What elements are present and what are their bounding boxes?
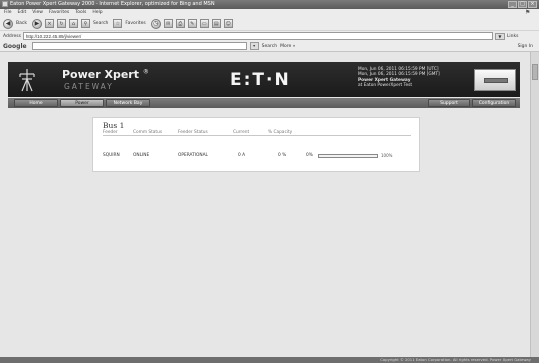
menu-tools[interactable]: Tools	[75, 9, 86, 17]
eaton-logo: E:T·N	[230, 70, 291, 90]
window-controls: _ □ ×	[508, 1, 537, 8]
table-header: Feeder Comm Status Feeder Status Current…	[103, 130, 411, 136]
header-capacity: % Capacity	[268, 130, 293, 135]
print-icon[interactable]: ⎙	[175, 19, 185, 28]
google-search-input[interactable]	[31, 42, 247, 50]
capacity-value: 0 %	[278, 153, 287, 158]
back-label[interactable]: Back	[16, 21, 27, 26]
refresh-icon[interactable]: ↻	[56, 19, 66, 28]
window-title: Eaton Power Xpert Gateway 2000 - Interne…	[10, 1, 215, 7]
capacity-max: 100%	[381, 153, 393, 158]
windows-flag-icon: ⚑	[525, 9, 531, 16]
google-search-button[interactable]: Search	[262, 44, 277, 49]
history-icon[interactable]: ◷	[150, 18, 161, 29]
feeder-status: OPERATIONAL	[178, 153, 208, 158]
header-banner: Power Xpert ® GATEWAY E:T·N Mon, Jun 06,…	[8, 62, 520, 97]
bus-panel: Bus 1 Feeder Comm Status Feeder Status C…	[92, 117, 420, 172]
go-button[interactable]: ▼	[494, 32, 505, 40]
header-comm-status: Comm Status	[133, 130, 163, 135]
status-text: Copyright © 2011 Eaton Corporation. All …	[380, 357, 531, 362]
title-bar: Eaton Power Xpert Gateway 2000 - Interne…	[0, 0, 539, 9]
messenger-icon[interactable]: ☺	[223, 19, 233, 28]
header-feeder-status: Feeder Status	[178, 130, 208, 135]
search-icon[interactable]: ⚲	[80, 19, 90, 28]
minimize-icon[interactable]: _	[508, 1, 517, 8]
favorites-label[interactable]: Favorites	[125, 21, 145, 26]
gateway-device-image	[474, 69, 516, 91]
header-current: Current	[233, 130, 250, 135]
power-tower-icon	[19, 69, 35, 92]
menu-help[interactable]: Help	[92, 9, 102, 17]
browser-toolbar: ◀ Back ▶ × ↻ ⌂ ⚲ Search ☆ Favorites ◷ ✉ …	[0, 17, 539, 31]
close-icon[interactable]: ×	[528, 1, 537, 8]
menu-edit[interactable]: Edit	[18, 9, 27, 17]
nav-power[interactable]: Power	[60, 99, 104, 107]
browser-window: Eaton Power Xpert Gateway 2000 - Interne…	[0, 0, 539, 363]
vertical-scrollbar[interactable]	[530, 52, 539, 357]
nav-network[interactable]: Network Bay	[106, 99, 150, 107]
capacity-bar	[318, 154, 378, 158]
menu-view[interactable]: View	[32, 9, 43, 17]
feeder-link[interactable]: SQUIRN	[103, 153, 120, 158]
scrollbar-thumb[interactable]	[532, 64, 538, 80]
google-logo: Google	[3, 42, 27, 50]
product-subtitle: GATEWAY	[64, 82, 114, 91]
capacity-min: 0%	[306, 153, 313, 158]
nav-support[interactable]: Support	[428, 99, 470, 107]
table-row: SQUIRN ONLINE OPERATIONAL 0 A 0 % 0% 100…	[103, 153, 411, 159]
menu-bar: File Edit View Favorites Tools Help ⚑	[0, 9, 539, 17]
nav-bar: Home Power Network Bay Support Configura…	[8, 98, 520, 108]
back-icon[interactable]: ◀	[3, 18, 13, 29]
product-title: Power Xpert ®	[62, 68, 149, 81]
product-name: Power Xpert	[62, 68, 139, 81]
address-input[interactable]	[22, 32, 493, 40]
nav-configuration[interactable]: Configuration	[472, 99, 516, 107]
home-icon[interactable]: ⌂	[68, 19, 78, 28]
header-feeder: Feeder	[103, 130, 118, 135]
search-label[interactable]: Search	[93, 21, 108, 26]
maximize-icon[interactable]: □	[518, 1, 527, 8]
favorites-icon[interactable]: ☆	[113, 19, 123, 28]
status-bar: Copyright © 2011 Eaton Corporation. All …	[0, 357, 539, 363]
discuss-icon[interactable]: ▭	[199, 19, 209, 28]
device-location: at Eaton PowerXpert Test	[358, 83, 413, 89]
address-bar: Address ▼ Links	[0, 31, 539, 41]
links-label[interactable]: Links	[507, 34, 519, 39]
bus-title: Bus 1	[103, 121, 125, 130]
stop-icon[interactable]: ×	[44, 19, 54, 28]
google-toolbar: Google ▾ Search More » Sign In	[0, 41, 539, 52]
edit-icon[interactable]: ✎	[187, 19, 197, 28]
nav-home[interactable]: Home	[14, 99, 58, 107]
gateway-device-icon	[484, 78, 508, 83]
registered-mark: ®	[142, 68, 149, 76]
comm-status: ONLINE	[133, 153, 150, 158]
google-more-button[interactable]: More »	[280, 44, 295, 49]
forward-icon[interactable]: ▶	[31, 18, 42, 29]
page-viewport: Power Xpert ® GATEWAY E:T·N Mon, Jun 06,…	[0, 52, 530, 357]
google-signin[interactable]: Sign In	[518, 44, 533, 49]
address-label: Address	[3, 33, 21, 39]
mail-icon[interactable]: ✉	[163, 19, 173, 28]
menu-favorites[interactable]: Favorites	[49, 9, 69, 17]
google-dropdown-icon[interactable]: ▾	[249, 42, 259, 50]
current-value: 0 A	[238, 153, 246, 158]
menu-file[interactable]: File	[4, 9, 12, 17]
research-icon[interactable]: ▤	[211, 19, 221, 28]
ie-icon	[2, 1, 8, 7]
device-info: Mon, Jun 06, 2011 06:15:59 PM [UTC] Mon,…	[358, 67, 440, 89]
